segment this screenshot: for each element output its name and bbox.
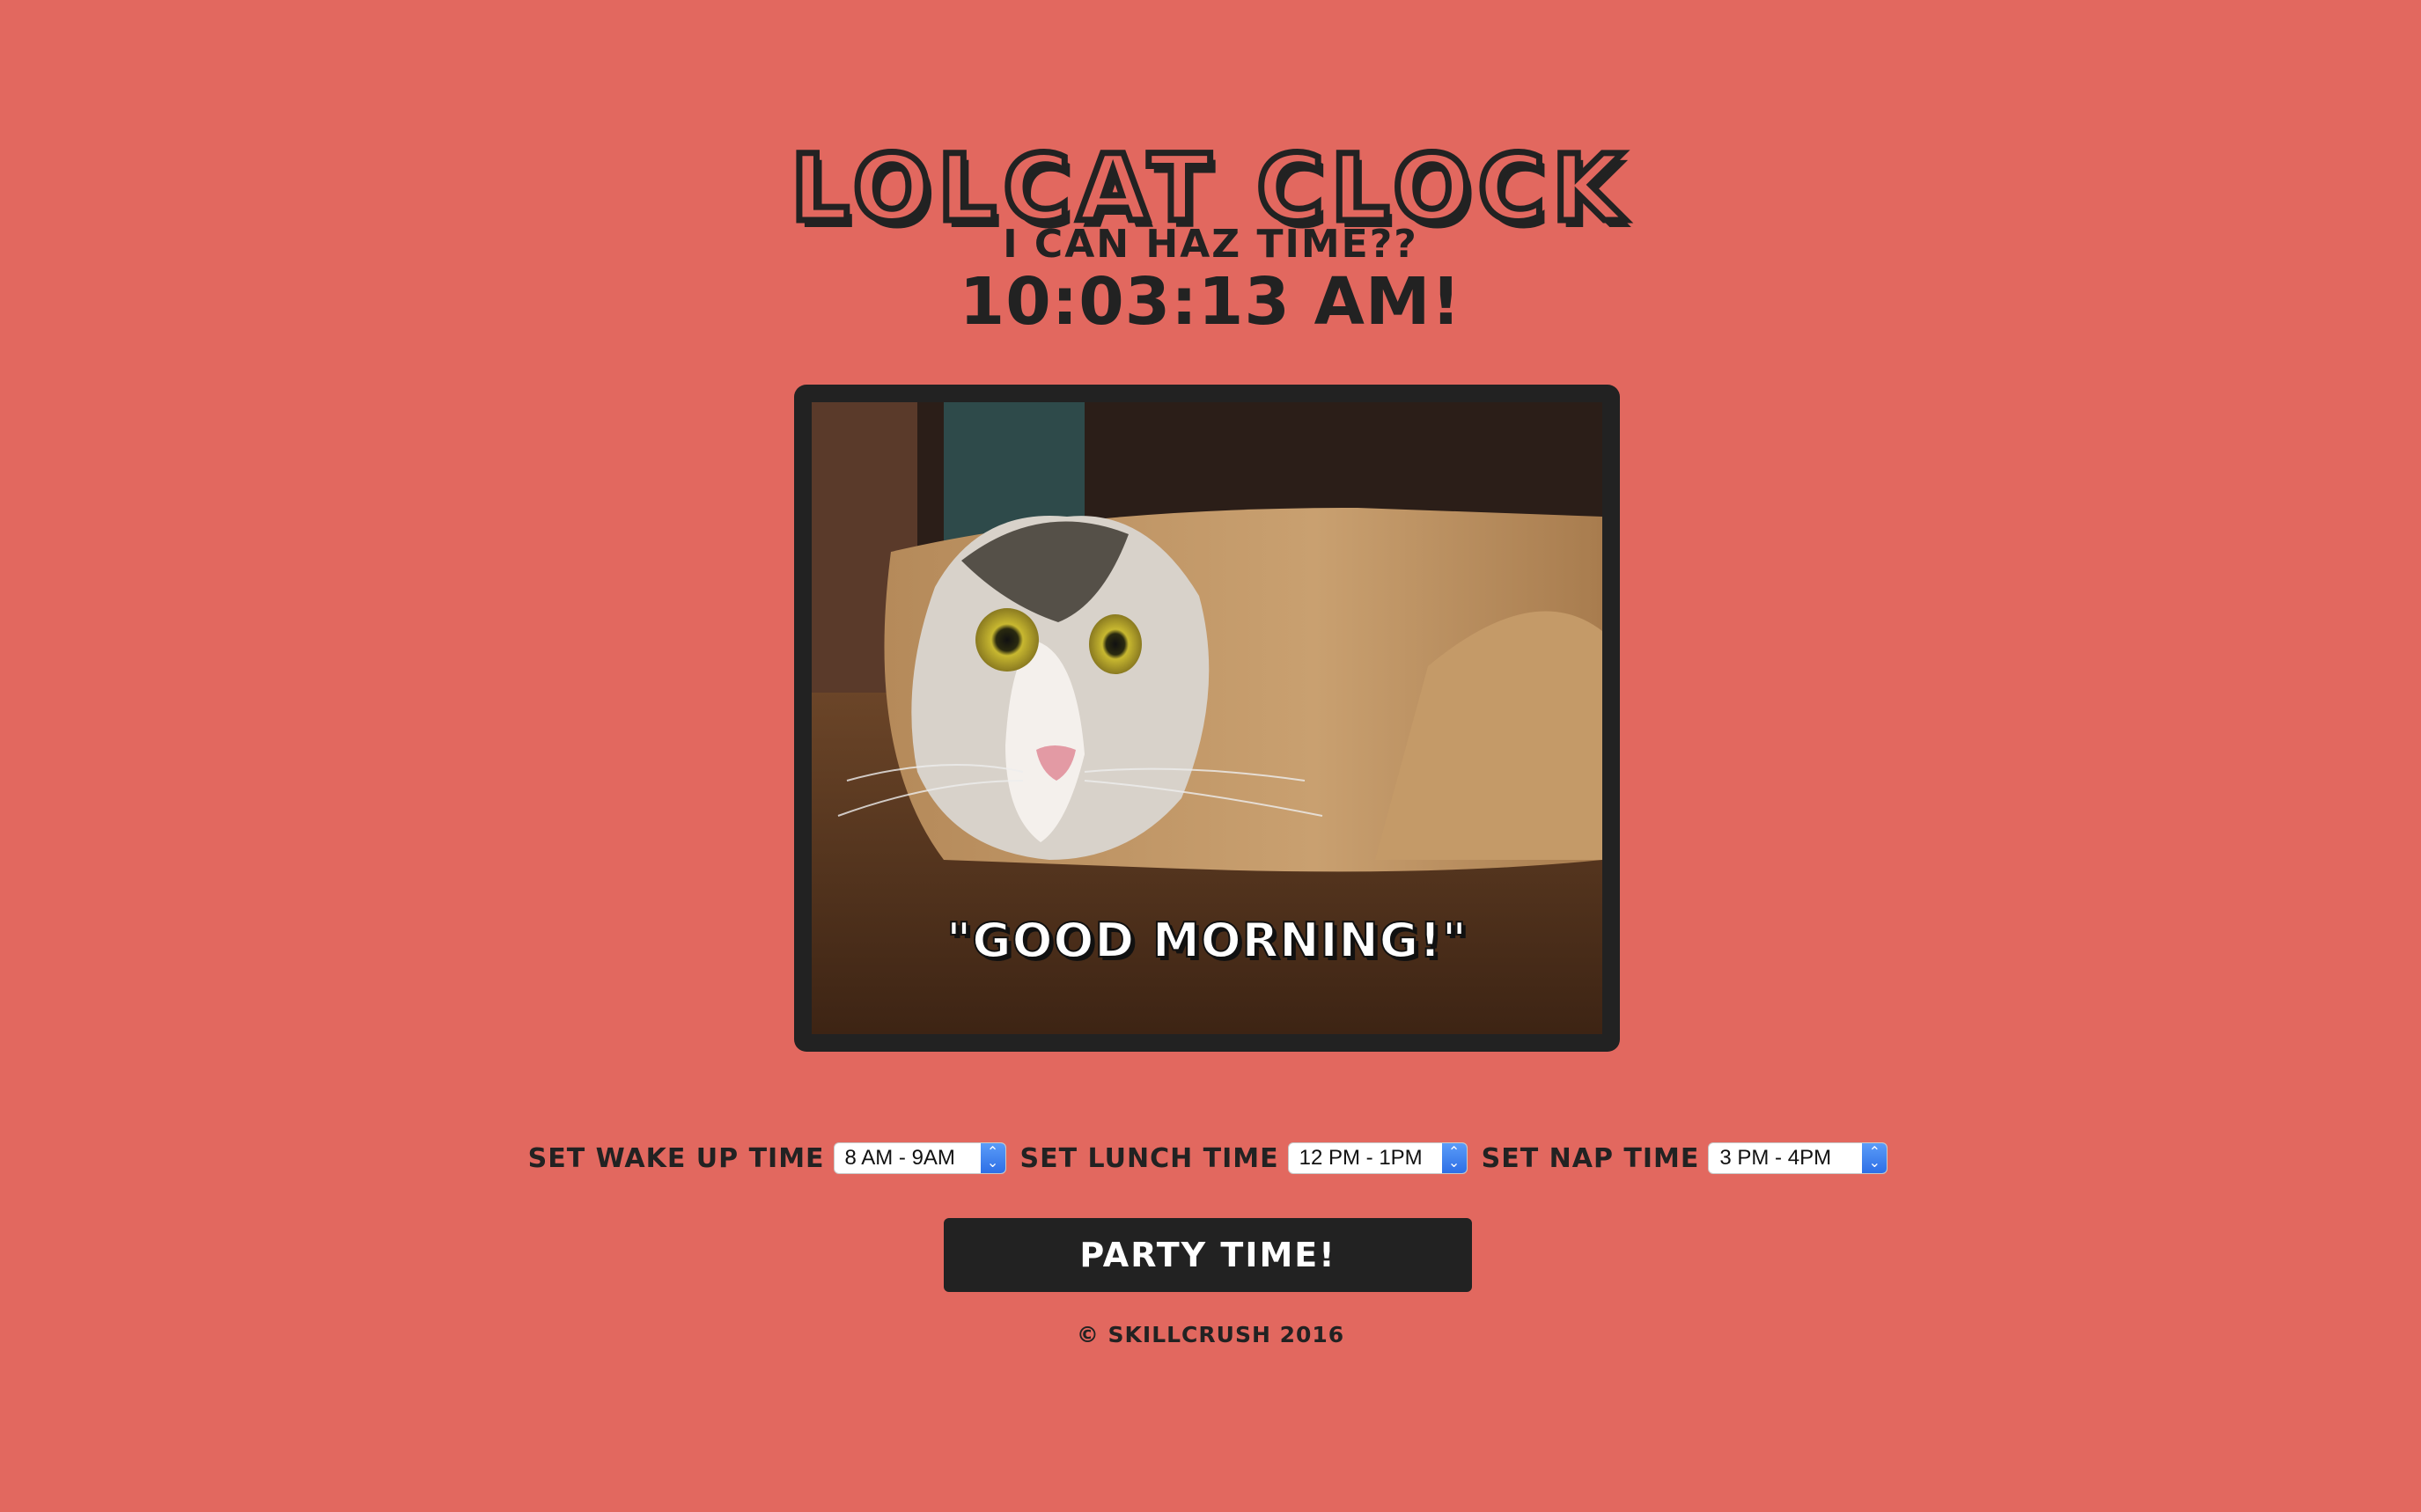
party-time-button[interactable]: PARTY TIME! (944, 1218, 1472, 1292)
clock-time: 10:03:13 AM! (959, 264, 1462, 340)
wake-up-label: SET WAKE UP TIME (527, 1142, 825, 1174)
nap-value: 3 PM - 4PM (1719, 1146, 1832, 1170)
chevron-updown-icon: ⌃ ⌄ (980, 1143, 1005, 1173)
nap-select[interactable]: 3 PM - 4PM ⌃ ⌄ (1708, 1142, 1888, 1174)
page-title: LOLCAT CLOCK (788, 134, 1630, 242)
wake-up-select[interactable]: 8 AM - 9AM ⌃ ⌄ (833, 1142, 1006, 1174)
clock-subtitle: I CAN HAZ TIME?? (1003, 222, 1418, 267)
nap-label: SET NAP TIME (1481, 1142, 1700, 1174)
image-caption: "GOOD MORNING!" (946, 912, 1468, 969)
lunch-select[interactable]: 12 PM - 1PM ⌃ ⌄ (1287, 1142, 1468, 1174)
lunch-value: 12 PM - 1PM (1299, 1146, 1423, 1170)
time-settings: SET WAKE UP TIME 8 AM - 9AM ⌃ ⌄ SET LUNCH… (0, 1142, 2421, 1174)
chevron-updown-icon: ⌃ ⌄ (1441, 1143, 1467, 1173)
wake-up-value: 8 AM - 9AM (844, 1146, 955, 1170)
lunch-label: SET LUNCH TIME (1019, 1142, 1279, 1174)
chevron-updown-icon: ⌃ ⌄ (1862, 1143, 1887, 1173)
lolcat-image-frame: "GOOD MORNING!" (794, 385, 1620, 1052)
footer-copyright: © SKILLCRUSH 2016 (1076, 1322, 1345, 1347)
lolcat-photo: "GOOD MORNING!" (812, 402, 1602, 1034)
